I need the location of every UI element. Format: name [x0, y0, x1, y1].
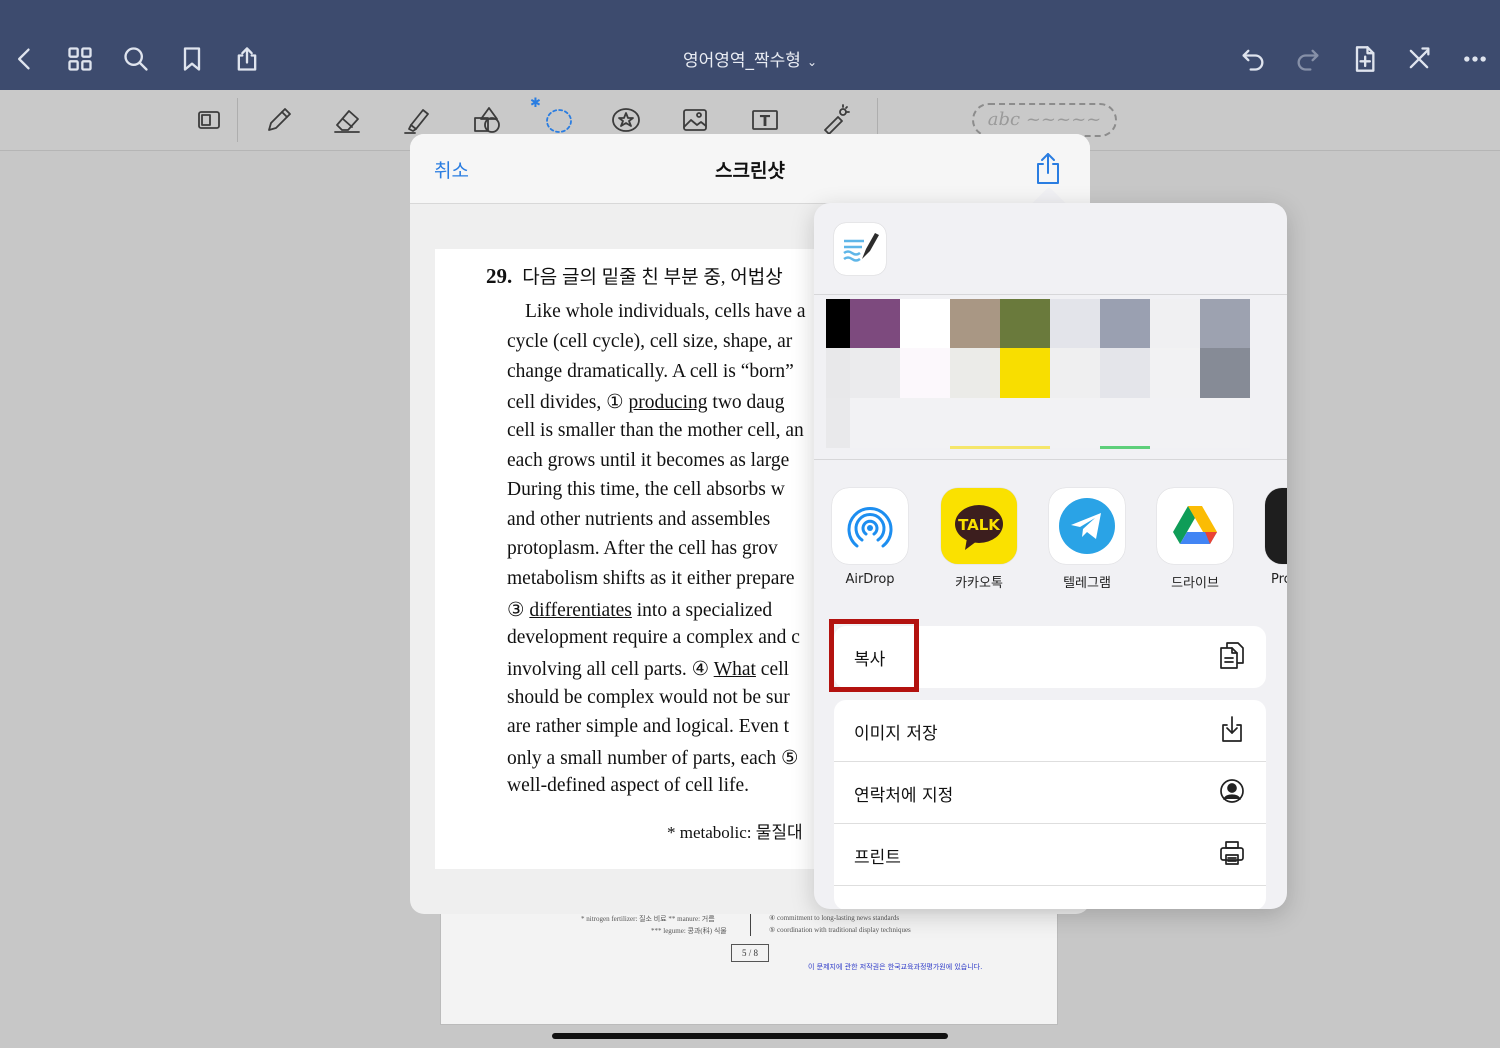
copy-icon: [1218, 640, 1248, 672]
lasso-active-marker: ✱: [530, 96, 541, 111]
action-list: 이미지 저장 연락처에 지정 프린트: [834, 700, 1266, 909]
share-app-kakaotalk[interactable]: TALK 카카오톡: [941, 488, 1017, 591]
passage-line: During this time, the cell absorbs w: [507, 479, 785, 500]
printer-icon: [1218, 838, 1248, 870]
background-document-page: * nitrogen fertilizer: 질소 비료 ** manure: …: [440, 905, 1058, 1025]
share-app-telegram[interactable]: 텔레그램: [1049, 488, 1125, 591]
passage-line: only a small number of parts, each ⑤: [507, 748, 799, 769]
chevron-down-icon: ⌄: [806, 55, 818, 69]
separator: [814, 294, 1287, 295]
bg-answer-choice: ⑤ coordination with traditional display …: [769, 926, 911, 934]
add-page-icon[interactable]: [1347, 42, 1381, 76]
passage-line: protoplasm. After the cell has grov: [507, 538, 778, 559]
underlined-phrase: differentiates: [529, 600, 632, 621]
pen-tools-toggle-icon[interactable]: [1402, 42, 1436, 76]
share-app-label: 텔레그램: [1063, 576, 1111, 591]
share-app-label: Pro: [1271, 572, 1287, 587]
document-title-button[interactable]: 영어영역_짝수형 ⌄: [0, 46, 1500, 71]
assign-to-contact-action[interactable]: 연락처에 지정: [834, 762, 1266, 824]
share-icon[interactable]: [1033, 152, 1067, 188]
passage-line: metabolism shifts as it either prepare: [507, 568, 795, 589]
underlined-phrase: What: [713, 659, 756, 680]
top-nav-bar: 영어영역_짝수형 ⌄: [0, 0, 1500, 90]
passage-line: cell divides, ① producing two daug: [507, 392, 785, 413]
airdrop-icon: [832, 488, 908, 564]
share-app-procreate[interactable]: Pro: [1265, 488, 1287, 587]
passage-line: each grows until it becomes as large: [507, 450, 790, 471]
sheet-title: 스크린샷: [715, 160, 785, 182]
share-app-google-drive[interactable]: 드라이브: [1157, 488, 1233, 591]
passage-line: involving all cell parts. ④ What cell: [507, 659, 789, 680]
passage-line: well-defined aspect of cell life.: [507, 775, 750, 796]
bg-footnote: * nitrogen fertilizer: 질소 비료 ** manure: …: [581, 915, 715, 923]
telegram-icon: [1049, 488, 1125, 564]
share-app-label: 드라이브: [1171, 576, 1219, 591]
procreate-icon: [1265, 488, 1287, 564]
separator: [814, 459, 1287, 460]
page-number-box: 5 / 8: [731, 944, 769, 962]
document-title: 영어영역_짝수형: [682, 51, 801, 71]
passage-line: development require a complex and c: [507, 627, 800, 648]
passage-line: are rather simple and logical. Even t: [507, 716, 790, 737]
kakaotalk-icon: TALK: [941, 488, 1017, 564]
passage-line: should be complex would not be sur: [507, 687, 790, 708]
blurred-preview-thumbnail: [826, 299, 1250, 449]
passage-footnote: * metabolic: 물질대: [667, 823, 803, 842]
passage-line: cell is smaller than the mother cell, an: [507, 420, 804, 441]
highlight-annotation-box: [829, 619, 919, 692]
copyright-notice: 이 문제지에 관한 저작권은 한국교육과정평가원에 있습니다.: [808, 963, 983, 971]
text-tool-glyph: T: [760, 112, 771, 130]
sheet-header: 취소 스크린샷: [410, 134, 1090, 204]
passage-line: and other nutrients and assembles: [507, 509, 771, 530]
home-indicator[interactable]: [552, 1033, 948, 1039]
print-action[interactable]: 프린트: [834, 824, 1266, 886]
underlined-phrase: producing: [628, 392, 708, 413]
share-app-label: AirDrop: [845, 572, 895, 587]
question-prompt: 다음 글의 밑줄 친 부분 중, 어법상: [522, 267, 783, 288]
more-actions-row[interactable]: [834, 886, 1266, 909]
question-number: 29.: [486, 264, 513, 288]
bg-footnote: *** legume: 콩과(科) 식물: [651, 927, 727, 935]
read-only-mode-icon[interactable]: [189, 100, 229, 140]
ink-preview-pill[interactable]: abc ~~~~~: [972, 103, 1117, 137]
eraser-tool-icon[interactable]: [328, 100, 368, 140]
contact-icon: [1218, 776, 1248, 808]
passage-line: ③ differentiates into a specialized: [507, 600, 773, 621]
bg-answer-choice: ④ commitment to long-lasting news standa…: [769, 914, 900, 922]
undo-icon[interactable]: [1236, 42, 1270, 76]
google-drive-icon: [1157, 488, 1233, 564]
action-label: 연락처에 지정: [854, 786, 954, 806]
save-image-action[interactable]: 이미지 저장: [834, 700, 1266, 762]
action-label: 이미지 저장: [854, 724, 938, 744]
more-options-icon[interactable]: [1458, 42, 1492, 76]
save-image-icon: [1218, 714, 1248, 746]
share-app-airdrop[interactable]: AirDrop: [832, 488, 908, 587]
redo-icon[interactable]: [1291, 42, 1325, 76]
action-label: 프린트: [854, 848, 901, 868]
kakao-tile-text: TALK: [958, 516, 1001, 534]
passage-line: change dramatically. A cell is “born”: [507, 361, 794, 382]
share-sheet-popover: AirDrop TALK 카카오톡 텔레그램 드라이브 Pr 복사 이미지 저장…: [814, 203, 1287, 909]
pen-tool-icon[interactable]: [259, 100, 299, 140]
question-heading: 29. 다음 글의 밑줄 친 부분 중, 어법상: [486, 262, 783, 289]
passage-line: cycle (cell cycle), cell size, shape, ar: [507, 331, 793, 352]
passage-line: Like whole individuals, cells have a: [525, 301, 806, 322]
share-app-label: 카카오톡: [955, 576, 1003, 591]
goodnotes-app-icon: [834, 223, 886, 275]
toolbar-divider: [237, 98, 238, 142]
